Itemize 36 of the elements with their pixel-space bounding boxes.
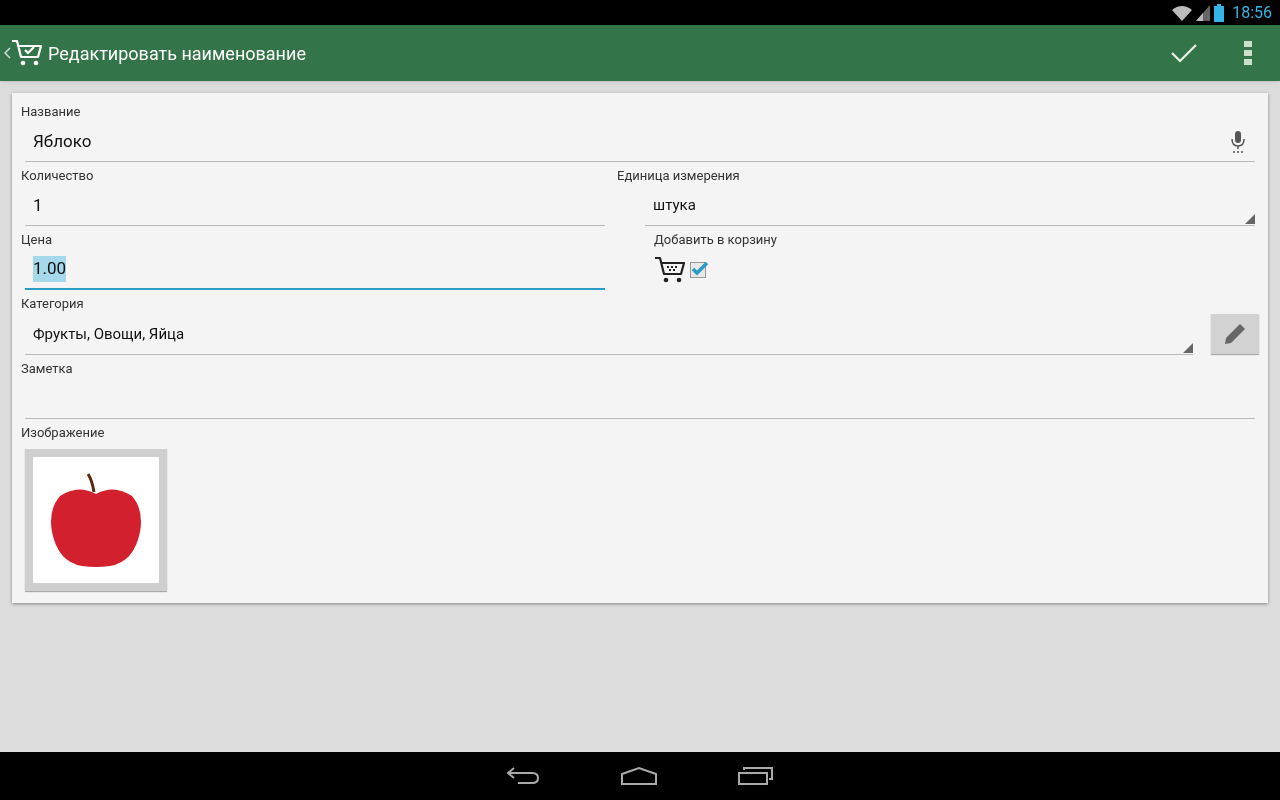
image-button[interactable] bbox=[25, 449, 167, 591]
field-label: Категория bbox=[21, 295, 84, 313]
field-label: Добавить в корзину bbox=[654, 231, 777, 249]
field-label: Название bbox=[21, 103, 81, 121]
field-label: Цена bbox=[21, 231, 52, 249]
more-vertical-icon bbox=[1244, 41, 1252, 65]
screen-title: Редактировать наименование bbox=[48, 41, 306, 66]
text-field[interactable]: 1 bbox=[25, 186, 605, 226]
home-icon[interactable] bbox=[620, 766, 658, 786]
dropdown-field[interactable]: Фрукты, Овощи, Яйца bbox=[25, 315, 1193, 355]
battery-icon bbox=[1214, 3, 1225, 22]
field-label: Единица измерения bbox=[617, 167, 741, 185]
text-field[interactable]: 1.00 bbox=[25, 250, 605, 290]
microphone-icon[interactable] bbox=[1231, 129, 1245, 154]
cart-icon bbox=[654, 256, 686, 284]
text-field[interactable]: Яблоко bbox=[25, 122, 1255, 162]
chevron-left-icon bbox=[4, 47, 11, 59]
checkmark-icon bbox=[1171, 43, 1197, 63]
field-label: Количество bbox=[21, 167, 94, 185]
edit-category-button[interactable] bbox=[1211, 314, 1259, 354]
recent-apps-icon[interactable] bbox=[738, 766, 774, 786]
field-value: Яблоко bbox=[33, 129, 92, 153]
field-value: 1.00 bbox=[33, 256, 67, 282]
signal-icon bbox=[1196, 4, 1211, 21]
field-value: 1 bbox=[33, 193, 43, 217]
dropdown-corner-icon bbox=[1245, 214, 1255, 224]
clock-time: 18:56 bbox=[1232, 1, 1272, 24]
wifi-icon bbox=[1172, 4, 1193, 21]
cart-check-icon bbox=[11, 39, 43, 67]
field-label: Заметка bbox=[21, 360, 73, 378]
field-label: Изображение bbox=[21, 424, 105, 442]
pencil-icon bbox=[1223, 322, 1247, 346]
dropdown-field[interactable]: штука bbox=[645, 186, 1255, 226]
checkbox[interactable] bbox=[690, 262, 706, 278]
back-icon[interactable] bbox=[506, 766, 540, 786]
dropdown-corner-icon bbox=[1183, 343, 1193, 353]
